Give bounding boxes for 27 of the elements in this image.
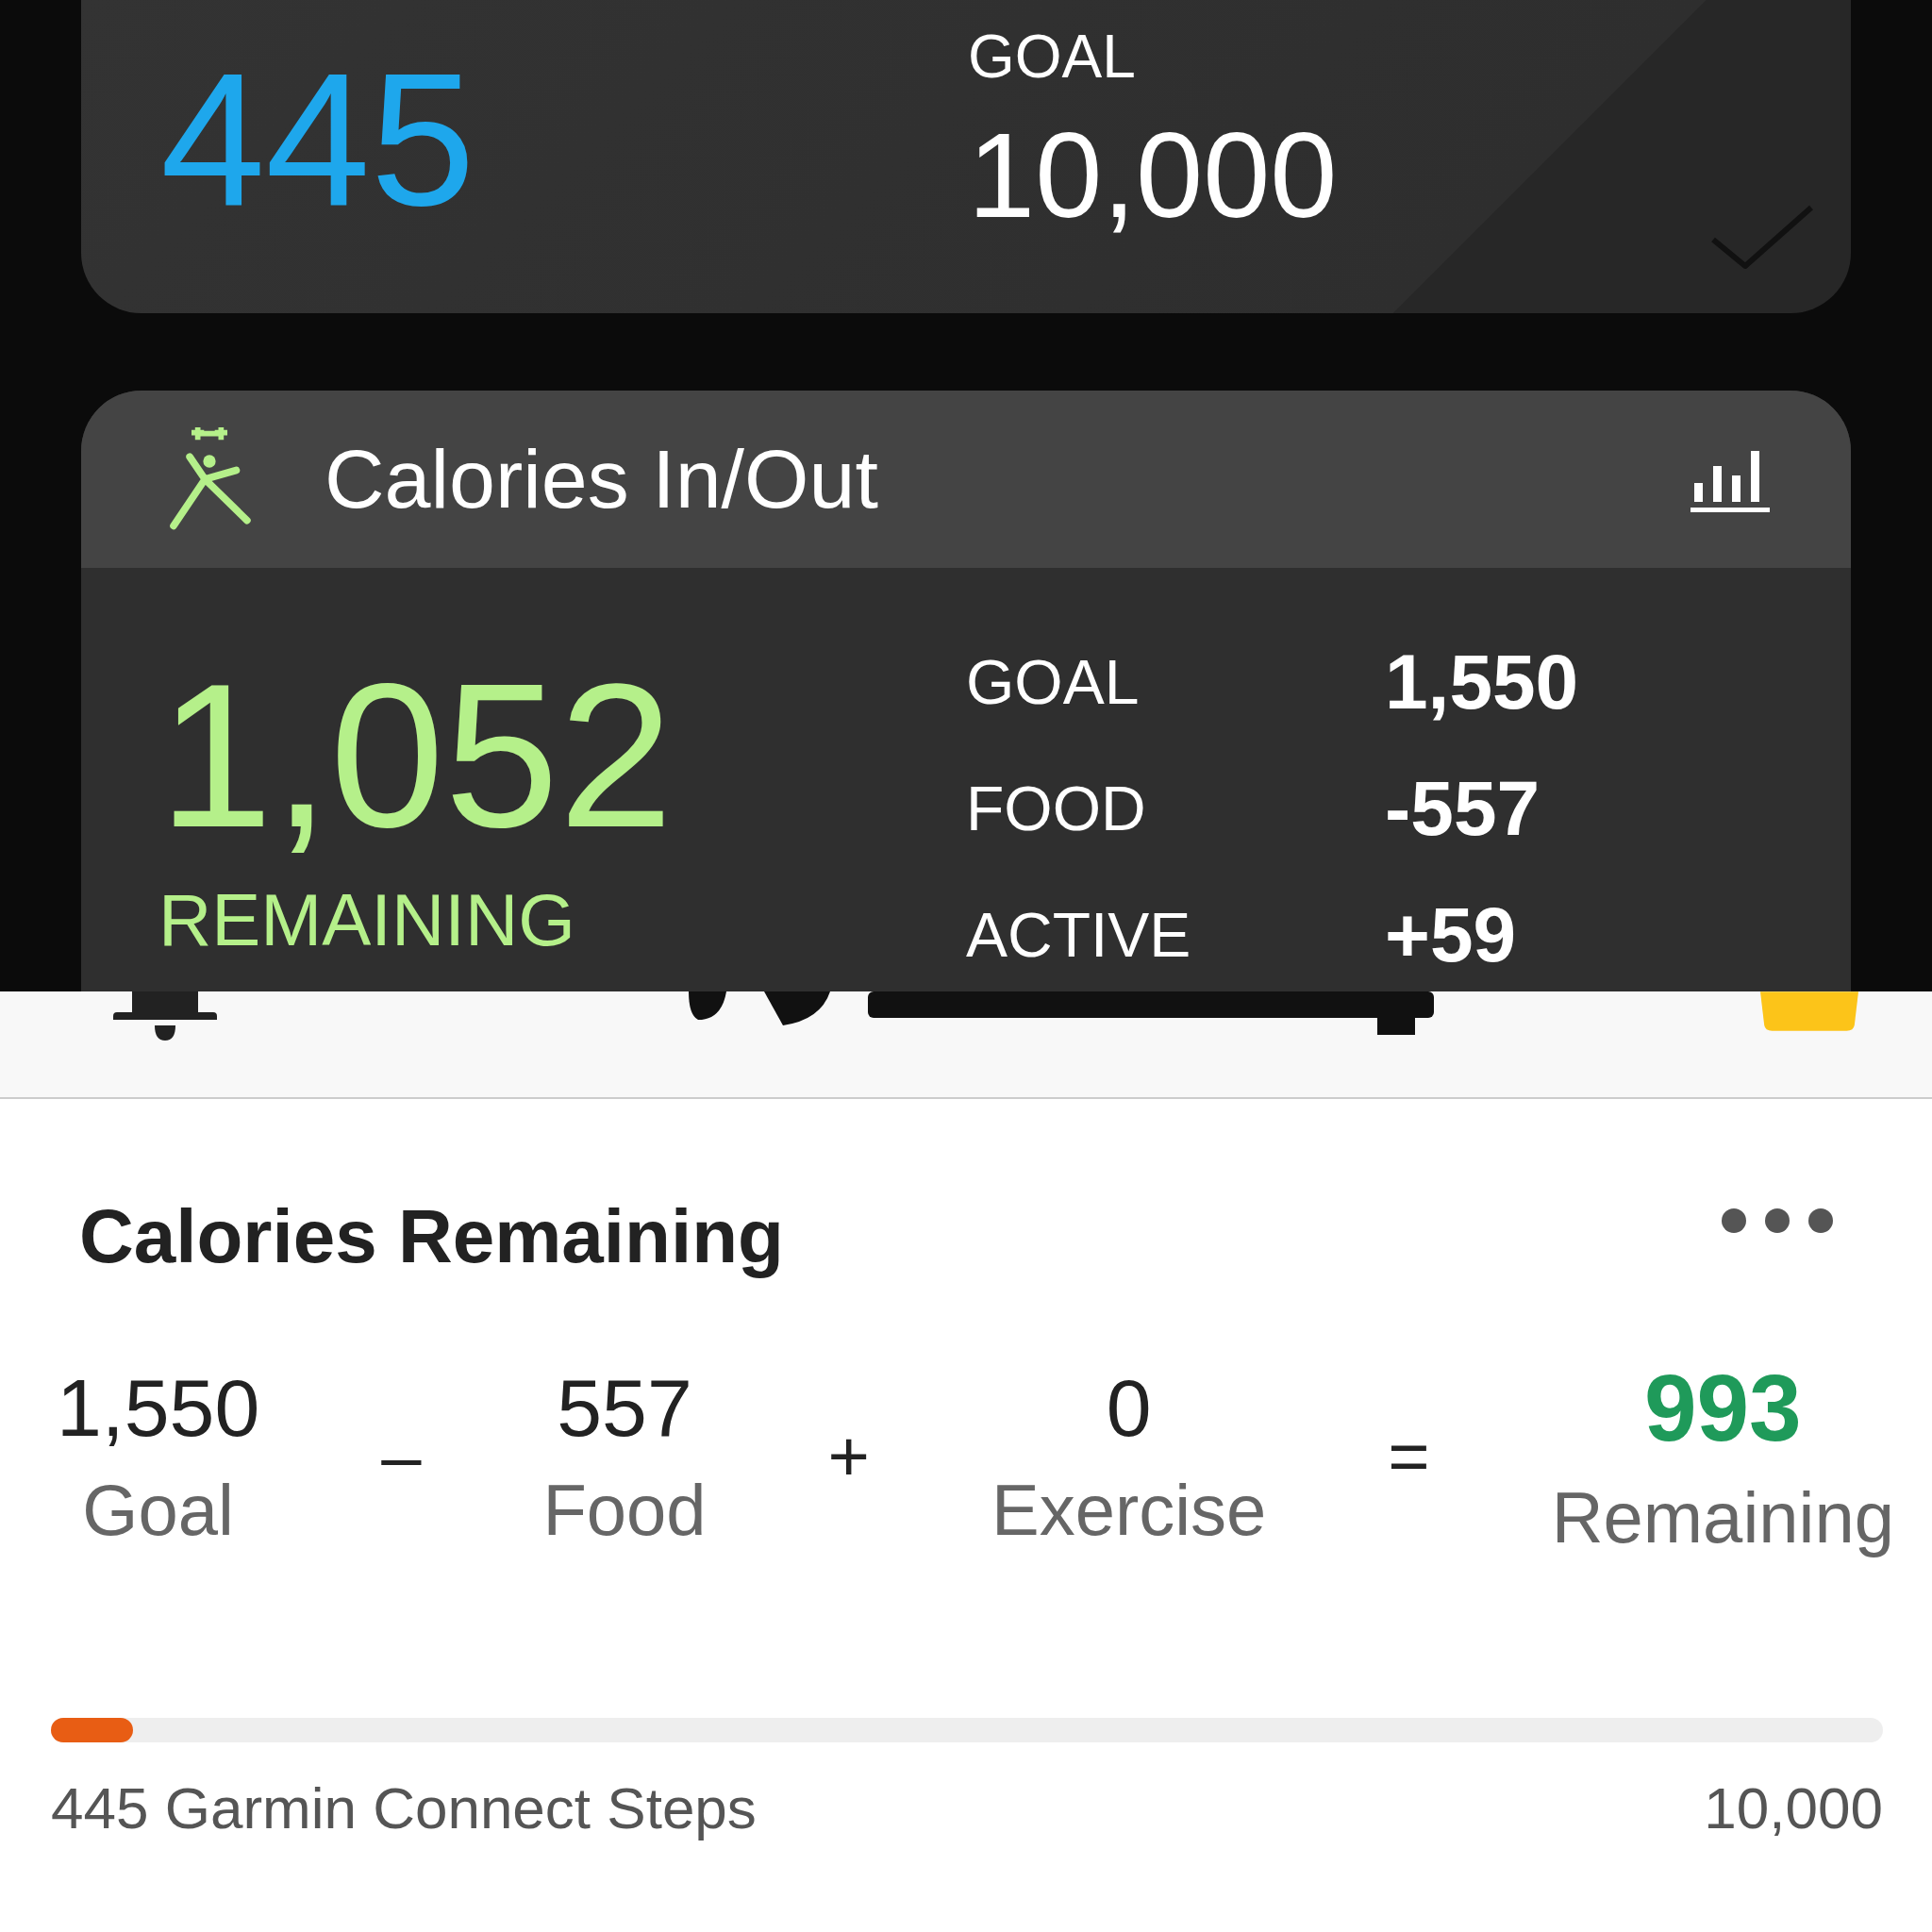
term-value: 1,550 [57,1362,260,1453]
term-label: Exercise [991,1471,1267,1550]
operator-sign: = [1388,1415,1430,1498]
operator-sign: – [381,1415,422,1498]
operator-sign: + [827,1415,870,1498]
row-label: ACTIVE [966,904,1192,966]
remaining-calories: 1,052 [158,653,675,858]
goal-value: 10,000 [968,115,1338,236]
term-value: 0 [1106,1362,1152,1453]
term-label: Goal [82,1471,234,1550]
row-label: GOAL [966,651,1141,713]
section-title: Calories Remaining [79,1193,784,1280]
row-value: +59 [1385,896,1518,974]
remaining-label: REMAINING [158,883,577,957]
steps-label: 445 Garmin Connect Steps [51,1774,757,1841]
steps-goal: 10,000 [1704,1774,1883,1841]
term-label: Remaining [1551,1478,1894,1557]
more-options-icon[interactable] [1721,1208,1834,1234]
card-title: Calories In/Out [325,431,879,527]
term-value: 557 [557,1362,692,1453]
row-value: 1,550 [1385,643,1579,721]
row-value: -557 [1385,770,1541,847]
term-value: 993 [1643,1356,1802,1459]
steps-count: 445 [160,45,476,234]
row-label: FOOD [966,777,1147,840]
goal-label: GOAL [968,26,1137,87]
term-label: Food [542,1471,707,1550]
